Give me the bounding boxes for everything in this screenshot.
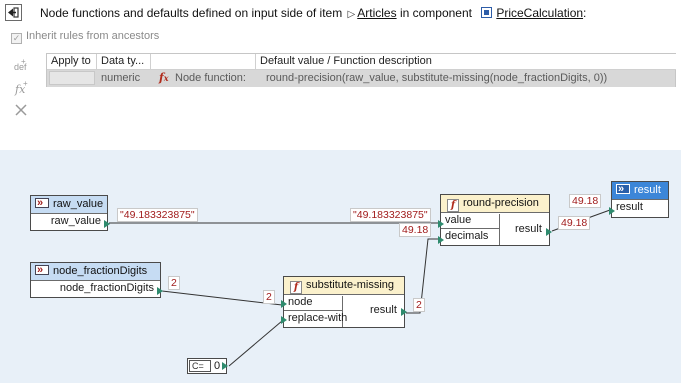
delete-icon[interactable] [12,101,30,119]
round-output-pin[interactable] [546,228,552,236]
wire-const-to-replace [228,320,283,367]
raw-value-output-pin[interactable] [104,220,110,228]
decimals-input-value: 49.18 [399,223,432,237]
inherit-checkbox[interactable]: ✓ [11,33,22,44]
substitute-missing-title: f substitute-missing [284,277,404,295]
kind-cell: Node function: [175,72,246,84]
substitute-output-pin[interactable] [401,308,407,316]
substitute-result-port[interactable]: result [370,304,397,316]
rules-panel: Node functions and defaults defined on i… [0,0,681,150]
raw-value-title: raw_value [31,196,107,214]
value-input-value: "49.183323875" [350,208,431,222]
result-title: result [612,182,668,200]
node-input-pin[interactable] [281,300,287,308]
value-input-pin[interactable] [438,220,444,228]
fraction-digits-node[interactable]: node_fractionDigits node_fractionDigits [30,262,163,298]
apply-to-cell[interactable] [49,71,95,85]
substitute-output-value: 2 [413,298,425,312]
function-icon: f [290,281,302,294]
constant-output-pin[interactable] [222,362,228,370]
result-node[interactable]: result result [609,181,669,218]
component-icon [481,7,493,18]
data-type-cell: numeric [101,72,141,84]
round-result-port[interactable]: result [515,223,542,235]
result-input-value: 49.18 [558,216,591,230]
rules-table: Apply to Data ty... Default value / Func… [46,53,676,87]
round-precision-title: f round-precision [441,195,549,213]
fraction-digits-port[interactable]: node_fractionDigits [31,281,160,297]
svg-text:+: + [21,57,26,66]
value-port[interactable]: value [441,213,499,229]
item-link[interactable]: Articles [357,6,396,20]
input-node-icon [35,196,49,212]
back-button[interactable] [5,4,22,21]
mapping-canvas[interactable]: raw_value raw_value node_fractionDigits … [0,150,681,383]
item-triangle-icon: ▷ [347,9,356,20]
round-precision-node[interactable]: f round-precision value decimals result [438,194,552,246]
panel-header: Node functions and defaults defined on i… [40,6,586,20]
round-output-value: 49.18 [569,194,602,208]
fraction-digits-title: node_fractionDigits [31,263,160,281]
col-apply-to[interactable]: Apply to [47,54,97,70]
substitute-missing-node[interactable]: f substitute-missing node replace-with re… [281,276,407,328]
raw-value-node[interactable]: raw_value raw_value [30,195,110,231]
input-node-icon [35,263,49,279]
fraction-digits-output-pin[interactable] [157,287,163,295]
component-link[interactable]: PriceCalculation [496,6,583,20]
fraction-output-value: 2 [168,276,180,290]
constant-icon: C= [189,360,211,372]
add-default-icon[interactable]: def + [12,57,30,75]
raw-output-value: "49.183323875" [117,208,198,222]
result-input-pin[interactable] [609,207,615,215]
output-node-icon [616,182,630,198]
function-icon: f [447,199,459,212]
side-toolbar: def + fx + [12,57,32,123]
back-arrow-icon [8,7,19,18]
col-default-value[interactable]: Default value / Function description [256,54,676,70]
constant-value[interactable]: 0 [214,360,220,372]
replace-with-port[interactable]: replace-with [284,311,347,327]
inherit-label: Inherit rules from ancestors [26,30,160,42]
header-colon: : [583,6,587,20]
replace-with-input-pin[interactable] [281,316,287,324]
col-data-type[interactable]: Data ty... [97,54,151,70]
constant-node[interactable]: C= 0 [187,358,228,374]
inherit-checkbox-row[interactable]: ✓ Inherit rules from ancestors [11,30,159,44]
description-cell: round-precision(raw_value, substitute-mi… [266,72,608,84]
add-function-icon[interactable]: fx + [12,79,30,97]
in-component-text: in component [399,6,472,20]
function-icon: fx [159,71,169,84]
raw-value-port[interactable]: raw_value [31,214,107,230]
node-input-value: 2 [263,290,275,304]
decimals-input-pin[interactable] [438,236,444,244]
svg-text:+: + [23,79,28,88]
decimals-port[interactable]: decimals [441,229,499,245]
col-kind[interactable] [151,54,256,70]
node-port[interactable]: node [284,295,342,311]
header-text: Node functions and defaults defined on i… [40,6,343,20]
table-row[interactable]: numeric fx Node function: round-precisio… [47,70,675,87]
result-port[interactable]: result [612,200,668,216]
